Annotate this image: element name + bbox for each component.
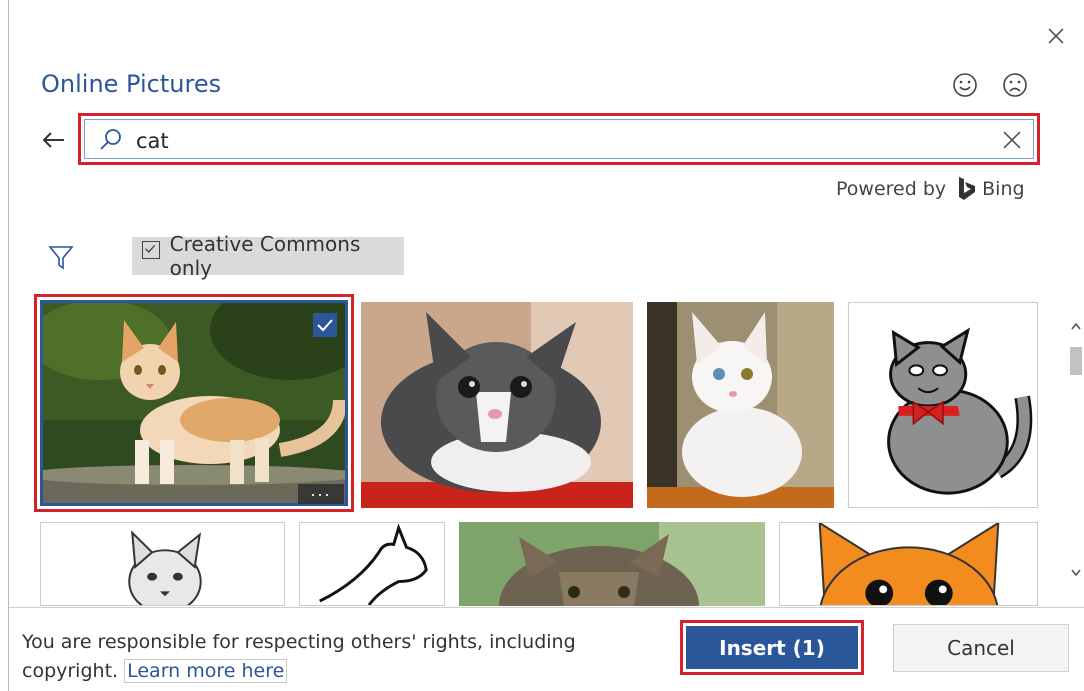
smile-icon <box>953 73 977 97</box>
dialog-title: Online Pictures <box>41 70 222 98</box>
back-arrow-icon <box>42 132 64 148</box>
scroll-down-button[interactable] <box>1070 565 1082 581</box>
send-a-smile-button[interactable] <box>950 70 980 100</box>
scroll-down-icon <box>1071 569 1081 577</box>
creative-commons-label: Creative Commons only <box>169 232 361 280</box>
powered-by-bing: Powered by Bing <box>836 176 1025 202</box>
copyright-notice: You are responsible for respecting other… <box>22 628 642 686</box>
checkbox-icon[interactable] <box>142 241 160 259</box>
search-icon <box>98 127 124 153</box>
scroll-up-button[interactable] <box>1070 318 1082 334</box>
clear-icon <box>1003 131 1021 149</box>
back-button[interactable] <box>38 124 70 156</box>
scroll-up-icon <box>1071 322 1081 330</box>
close-button[interactable] <box>1042 22 1070 50</box>
footer-divider <box>9 607 1084 608</box>
creative-commons-filter[interactable]: Creative Commons only <box>132 232 404 280</box>
copyright-notice-text: You are responsible for respecting other… <box>22 631 576 682</box>
frown-icon <box>1003 73 1027 97</box>
dialog-border <box>8 0 9 691</box>
bing-logo-icon <box>956 176 978 202</box>
result-thumbnail-gray-kitten[interactable] <box>361 302 633 508</box>
result-thumbnail-cat-sketch[interactable] <box>40 522 285 606</box>
filter-icon <box>48 246 74 270</box>
selected-checkbox[interactable] <box>313 313 337 337</box>
powered-by-label: Powered by <box>836 178 947 200</box>
close-icon <box>1048 28 1064 44</box>
clear-search-button[interactable] <box>998 126 1026 154</box>
checkmark-icon <box>317 319 333 332</box>
result-thumbnail-cartoon-gray-cat[interactable] <box>848 302 1038 508</box>
cancel-button[interactable]: Cancel <box>893 624 1069 672</box>
more-options-button[interactable]: ... <box>298 481 344 504</box>
result-thumbnail-orange-kitten[interactable] <box>40 300 348 506</box>
insert-button[interactable]: Insert (1) <box>686 626 858 669</box>
scrollbar-thumb[interactable] <box>1070 347 1082 375</box>
result-thumbnail-white-kitten[interactable] <box>647 302 834 508</box>
filter-button[interactable] <box>46 242 76 272</box>
send-a-frown-button[interactable] <box>1000 70 1030 100</box>
learn-more-link[interactable]: Learn more here <box>124 659 288 683</box>
result-thumbnail-cat-line-art[interactable] <box>299 522 445 606</box>
more-options-icon: ... <box>310 480 332 500</box>
bing-label: Bing <box>982 178 1025 200</box>
search-input[interactable] <box>136 126 956 156</box>
result-thumbnail-cartoon-orange-cat[interactable] <box>779 522 1038 606</box>
online-pictures-dialog: Online Pictures Powered by Bing Creative… <box>0 0 1084 691</box>
result-thumbnail-tabby-cat[interactable] <box>459 522 765 606</box>
